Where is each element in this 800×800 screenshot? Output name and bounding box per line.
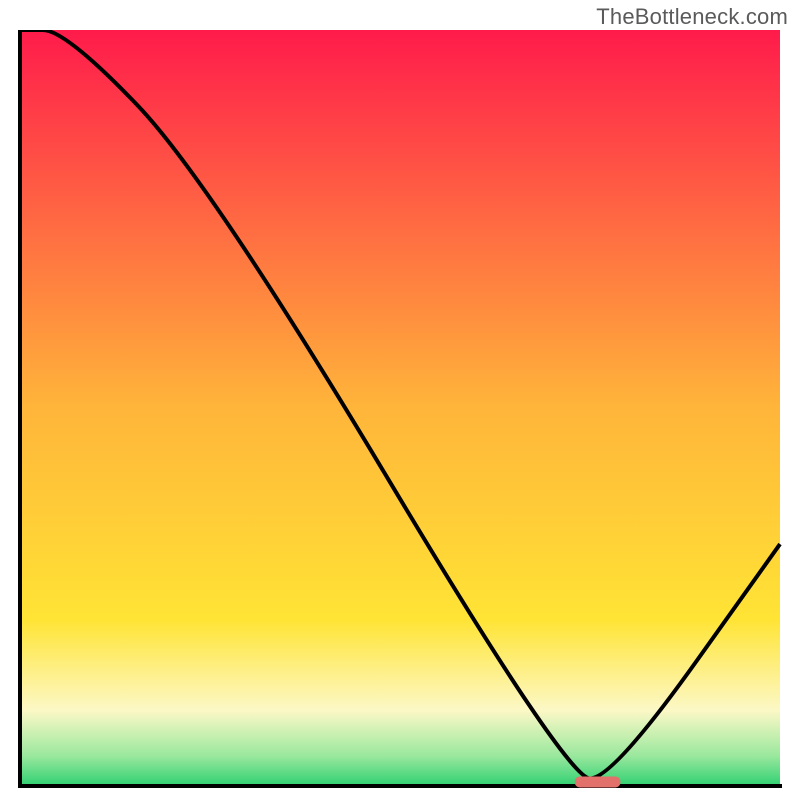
min-marker: [575, 776, 621, 787]
gradient-background: [20, 30, 780, 786]
plot-svg: [16, 30, 784, 790]
bottleneck-plot: [16, 30, 784, 790]
watermark-text: TheBottleneck.com: [596, 4, 788, 30]
chart-container: TheBottleneck.com: [0, 0, 800, 800]
